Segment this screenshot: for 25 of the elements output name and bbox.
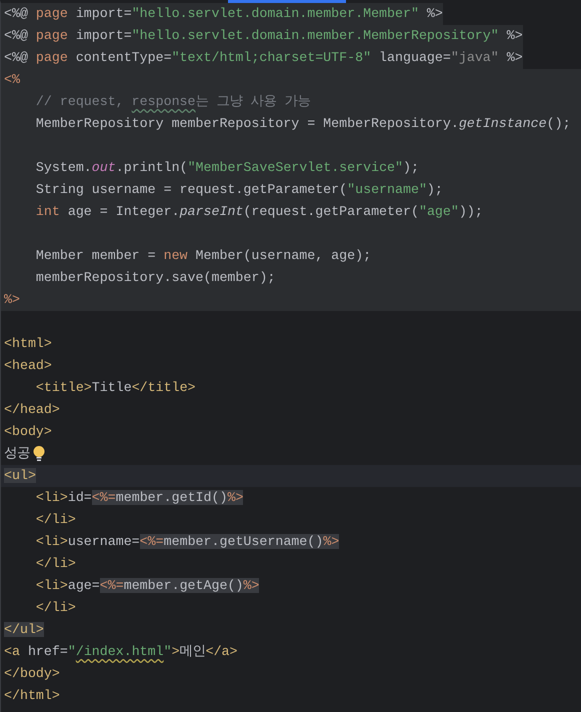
code-line: </html> (3, 687, 61, 705)
code-line: <li>username=<%=member.getUsername()%> (34, 533, 340, 551)
code-line: </body> (3, 665, 61, 683)
code-line: <body> (3, 423, 53, 441)
code-line: Member member = new Member(username, age); (34, 247, 372, 265)
code-line: 성공 (1, 443, 581, 465)
code-line: <a href="/index.html">메인</a> (3, 643, 239, 661)
code-line: </li> (34, 599, 77, 617)
code-line: int age = Integer.parseInt(request.getParameter("age")); (34, 203, 484, 221)
code-line: <head> (3, 357, 53, 375)
code-line: %> (3, 291, 21, 309)
code-line: </li> (34, 511, 77, 529)
code-line: <title>Title</title> (34, 379, 197, 397)
code-line: </li> (34, 555, 77, 573)
code-line: <% (3, 71, 21, 89)
code-line: <html> (3, 335, 53, 353)
code-line: <li>id=<%=member.getId()%> (34, 489, 244, 507)
code-line: </head> (3, 401, 61, 419)
code-line: MemberRepository memberRepository = MemberRepository.getInstance(); (34, 115, 572, 133)
code-line: // request, response는 그냥 사용 가능 (34, 93, 312, 111)
code-line: memberRepository.save(member); (34, 269, 276, 287)
lightbulb-icon[interactable] (32, 444, 46, 462)
code-line: String username = request.getParameter("username"); (34, 181, 444, 199)
code-line: <li>age=<%=member.getAge()%> (34, 577, 260, 595)
code-line: System.out.println("MemberSaveServlet.service"); (34, 159, 420, 177)
